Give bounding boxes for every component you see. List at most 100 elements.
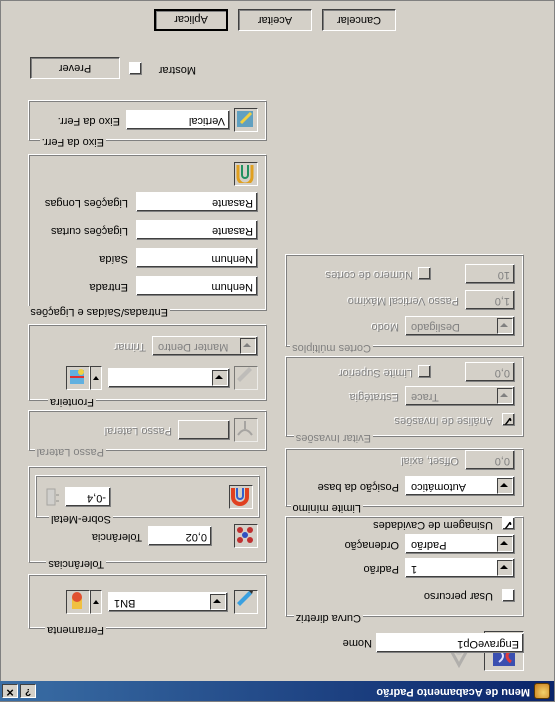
tool-combo[interactable]: BN1 [108, 592, 228, 612]
dialog-window: Menu de Acabamento Padrão ? ✕ Nome Engra… [0, 0, 555, 702]
ligacoes-curtas-label: Ligações curtas [50, 225, 128, 237]
cortes-multiplos-group: Cortes múltiplos Desligado Modo 1,0 Pass… [286, 255, 524, 354]
padrao-value: 1 [411, 563, 418, 575]
limite-superior-checkbox[interactable] [418, 365, 431, 378]
tool-value: BN1 [114, 597, 136, 609]
tool-dropdown-arrow[interactable] [210, 594, 226, 610]
sobre-metal-lock-icon-button [39, 485, 63, 509]
passo-lateral-group: Passo Lateral Passo Lateral [29, 411, 267, 458]
leads-links-button[interactable] [234, 162, 258, 186]
entrada-field[interactable]: Nenhum [136, 276, 258, 296]
name-label: Nome [342, 637, 372, 649]
estrategia-value: Trace [411, 391, 439, 403]
ordenacao-label: Ordenação [344, 539, 399, 551]
fronteira-edit-button[interactable] [234, 366, 258, 390]
fronteira-group: Fronteira Manter Dentro Trimar [29, 325, 267, 408]
fronteira-type-button[interactable] [66, 366, 90, 390]
usinagem-cavidades-checkbox[interactable] [502, 517, 515, 530]
sobre-metal-group: Sobre-Metal -0,4 [36, 476, 260, 525]
numero-cortes-checkbox[interactable] [418, 267, 431, 280]
curva-diretriz-caption: Curva diretriz [293, 612, 363, 624]
ligacoes-longas-field[interactable]: Rasante [136, 192, 258, 212]
posicao-base-dropdown-arrow[interactable] [497, 478, 513, 494]
mostrar-label: Mostrar [158, 64, 196, 76]
ligacoes-curtas-field[interactable]: Rasante [136, 220, 258, 240]
modo-value: Desligado [411, 321, 460, 333]
saida-label: Saída [99, 253, 128, 265]
entrada-label: Entrada [89, 281, 128, 293]
close-button[interactable]: ✕ [2, 684, 18, 698]
entradas-saidas-caption: Entradas/Saídas e Ligações [28, 306, 170, 318]
sobre-metal-field[interactable]: -0,4 [65, 487, 111, 507]
estrategia-label: Estratégia [349, 391, 399, 403]
modo-label: Modo [371, 321, 399, 333]
app-icon [534, 683, 550, 699]
eixo-ferr-group: Eixo da Ferr. Vertical Eixo da Ferr. [29, 101, 267, 148]
tool-axis-icon [237, 111, 253, 127]
estrategia-dropdown-arrow[interactable] [497, 388, 513, 404]
usar-percurso-label: Usar percurso [423, 590, 493, 602]
aceitar-button[interactable]: Aceitar [238, 9, 312, 31]
usar-percurso-checkbox[interactable] [502, 589, 515, 602]
boundary-icon [70, 369, 84, 384]
aplicar-button[interactable]: Aplicar [154, 9, 228, 31]
posicao-base-value: Automático [411, 481, 467, 493]
eixo-ferr-field[interactable]: Vertical [126, 110, 230, 130]
sobre-metal-caption: Sobre-Metal [49, 513, 113, 525]
passo-vertical-field[interactable]: 1,0 [465, 290, 515, 310]
estrategia-combo[interactable]: Trace [405, 386, 515, 406]
offset-axial-field[interactable]: 0,0 [465, 450, 515, 470]
ball-tool-icon [72, 592, 82, 609]
tool-type-button[interactable] [66, 590, 90, 614]
eixo-ferr-label: Eixo da Ferr. [57, 115, 120, 127]
prever-button[interactable]: Prever [30, 57, 120, 79]
passo-lateral-field[interactable] [178, 420, 230, 440]
ordenacao-dropdown-arrow[interactable] [497, 536, 513, 552]
evitar-invasoes-group: Evitar Invasões Análise de Invasões Trac… [286, 357, 524, 444]
sobre-metal-button[interactable] [229, 485, 253, 509]
ligacoes-longas-label: Ligações Longas [44, 197, 128, 209]
cancelar-button[interactable]: Cancelar [322, 9, 396, 31]
trimar-combo[interactable]: Manter Dentro [152, 336, 258, 356]
tool-select-button[interactable] [234, 590, 258, 614]
posicao-base-combo[interactable]: Automático [405, 476, 515, 496]
evitar-invasoes-caption: Evitar Invasões [293, 432, 373, 444]
padrao-label: Padrão [363, 563, 399, 575]
padrao-combo[interactable]: 1 [405, 558, 515, 578]
arch-icon [231, 488, 249, 506]
fronteira-icon-dropdown[interactable] [90, 366, 102, 390]
tool-icon-dropdown[interactable] [90, 590, 102, 614]
help-button[interactable]: ? [20, 684, 36, 698]
trimar-label: Trimar [114, 341, 146, 353]
tolerancias-caption: Tolerâncias [46, 558, 106, 570]
limite-superior-field[interactable]: 0,0 [465, 362, 515, 382]
cortes-multiplos-caption: Cortes múltiplos [290, 342, 373, 354]
ferramenta-group: Ferramenta BN1 [29, 575, 267, 636]
curva-diretriz-group: Curva diretriz Usar percurso 1 Padrão Pa… [286, 517, 524, 624]
analise-invasoes-checkbox[interactable] [502, 413, 515, 426]
name-field[interactable]: EngraveOp1 [376, 633, 524, 653]
eixo-ferr-button[interactable] [234, 108, 258, 132]
passo-vertical-label: Passo Vertical Máximo [347, 295, 459, 307]
padrao-dropdown-arrow[interactable] [497, 560, 513, 576]
saida-field[interactable]: Nenhum [136, 248, 258, 268]
numero-cortes-label: Número de cortes [325, 269, 413, 281]
fronteira-combo[interactable] [108, 368, 230, 388]
passo-lateral-button[interactable] [234, 418, 258, 442]
modo-combo[interactable]: Desligado [405, 316, 515, 336]
tolerance-button[interactable] [234, 524, 258, 548]
posicao-base-label: Posição da base [317, 481, 399, 493]
tolerancia-field[interactable]: 0,02 [148, 526, 212, 546]
ordenacao-combo[interactable]: Padrão [405, 534, 515, 554]
mostrar-checkbox[interactable] [129, 62, 142, 75]
numero-cortes-field[interactable]: 10 [465, 264, 515, 284]
limite-minimo-group: Limite mínimo Automático Posição da base… [286, 449, 524, 514]
fronteira-dropdown-arrow[interactable] [212, 370, 228, 386]
modo-dropdown-arrow[interactable] [497, 318, 513, 334]
limite-superior-label: Limite Superior [339, 367, 413, 379]
usinagem-cavidades-label: Usinagem de Cavidades [373, 519, 493, 531]
passo-lateral-caption: Passo Lateral [34, 446, 106, 458]
trimar-value: Manter Dentro [158, 341, 229, 353]
trimar-dropdown-arrow[interactable] [240, 338, 256, 354]
ordenacao-value: Padrão [411, 539, 447, 551]
